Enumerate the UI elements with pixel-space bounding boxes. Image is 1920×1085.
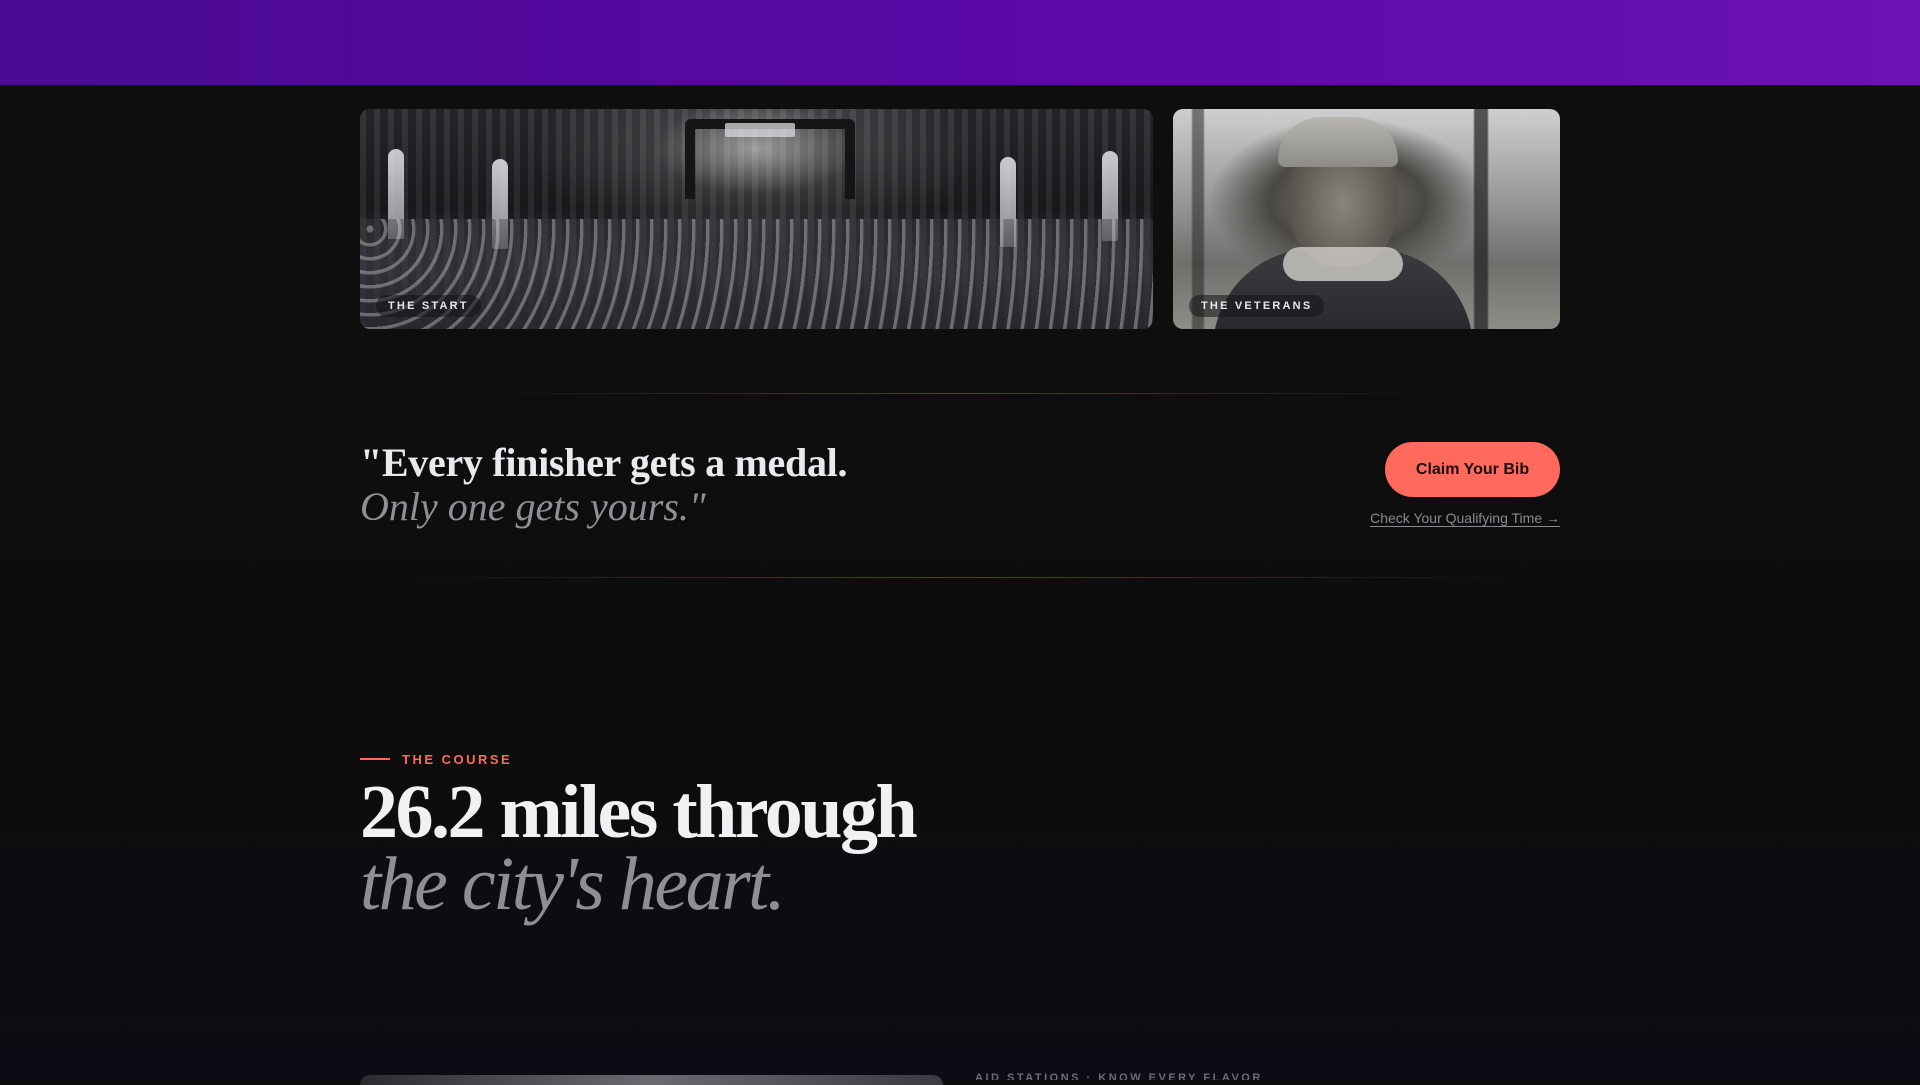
photo-card-start[interactable]: THE START <box>360 109 1153 329</box>
course-eyebrow: THE COURSE <box>360 750 512 768</box>
quote-line-2: Only one gets yours." <box>360 484 706 529</box>
card-label-veterans: THE VETERANS <box>1189 295 1325 317</box>
section-divider <box>470 393 1450 394</box>
course-heading-line-2: the city's heart. <box>360 842 786 926</box>
course-heading: 26.2 miles through the city's heart. <box>360 770 1260 926</box>
qualifying-time-link[interactable]: Check Your Qualifying Time → <box>1370 510 1560 526</box>
course-map-image <box>360 1075 943 1085</box>
quote-line-1: "Every finisher gets a medal. <box>360 440 848 485</box>
claim-bib-button[interactable]: Claim Your Bib <box>1385 442 1560 497</box>
course-heading-line-1: 26.2 miles through <box>360 770 918 854</box>
quote-block: "Every finisher gets a medal. Only one g… <box>360 441 1060 529</box>
card-label-start: THE START <box>376 295 481 317</box>
section-divider <box>400 577 1520 578</box>
eyebrow-label: THE COURSE <box>402 751 513 767</box>
eyebrow-rule <box>360 758 390 760</box>
page-content: THE START THE VETERANS "Every finisher g… <box>0 85 1920 1080</box>
header-bar <box>0 0 1920 85</box>
runner-cap-image <box>1278 117 1398 167</box>
photo-card-veterans[interactable]: THE VETERANS <box>1173 109 1560 329</box>
crowd-image <box>360 219 1153 329</box>
runner-scarf-image <box>1283 247 1403 281</box>
aid-stations-label: AID STATIONS · KNOW EVERY FLAVOR <box>975 1072 1263 1080</box>
arch-sign-image <box>725 123 795 137</box>
